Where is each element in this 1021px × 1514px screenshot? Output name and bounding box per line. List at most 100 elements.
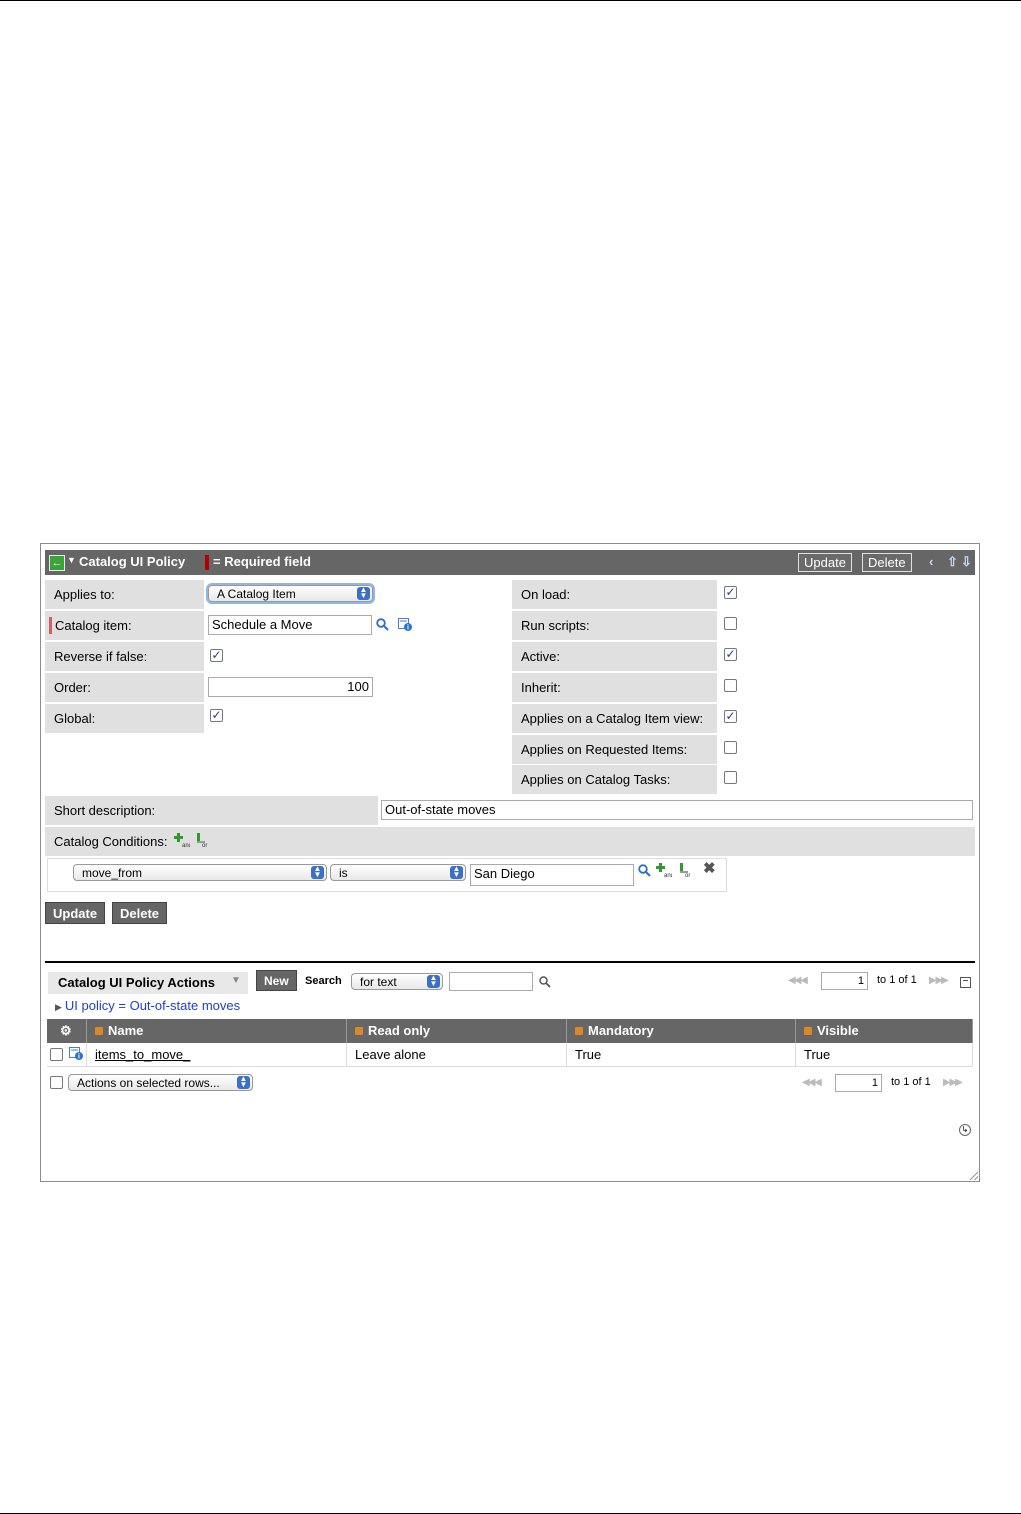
column-header-name[interactable]: Name: [87, 1019, 347, 1043]
row-name-link[interactable]: items_to_move_: [95, 1047, 190, 1062]
breadcrumb-text[interactable]: UI policy = Out-of-state moves: [65, 998, 240, 1013]
related-list-title[interactable]: Catalog UI Policy Actions: [58, 975, 215, 990]
add-or-condition-icon[interactable]: or: [196, 832, 210, 848]
reverse-if-false-label: Reverse if false:: [45, 642, 204, 671]
related-list-menu-caret-icon[interactable]: ▼: [231, 975, 241, 986]
table-row-select-cell: i: [47, 1043, 87, 1067]
column-header-read-only[interactable]: Read only: [347, 1019, 567, 1043]
previous-record-arrow-icon[interactable]: ⇧: [947, 554, 958, 570]
select-arrows-icon: ▲ ▼: [450, 865, 463, 879]
first-prev-page-icon[interactable]: ◀◀ ◀: [788, 975, 808, 986]
applies-requested-items-label: Applies on Requested Items:: [512, 735, 717, 764]
table-row-name[interactable]: items_to_move_: [87, 1043, 347, 1067]
applies-to-value: A Catalog Item: [217, 587, 296, 601]
new-button[interactable]: New: [256, 970, 297, 991]
header-delete-button[interactable]: Delete: [862, 553, 912, 572]
attachment-icon[interactable]: ‹: [929, 554, 933, 569]
catalog-item-label: Catalog item:: [55, 618, 132, 633]
condition-add-or-icon[interactable]: or: [679, 862, 693, 878]
short-description-label: Short description:: [45, 796, 378, 825]
search-type-value: for text: [360, 975, 397, 989]
actions-select[interactable]: Actions on selected rows... ▲ ▼: [68, 1074, 253, 1091]
svg-text:i: i: [78, 1054, 80, 1061]
applies-to-select[interactable]: A Catalog Item ▲ ▼: [208, 585, 373, 602]
page-range-text: to 1 of 1: [877, 974, 917, 986]
table-row-mandatory: True: [567, 1043, 796, 1067]
order-input[interactable]: 100: [208, 677, 373, 697]
add-and-condition-icon[interactable]: and: [174, 832, 190, 848]
catalog-item-input[interactable]: Schedule a Move: [208, 615, 372, 635]
condition-field-select[interactable]: move_from ▲ ▼: [73, 864, 327, 881]
run-scripts-checkbox[interactable]: [724, 617, 737, 630]
global-checkbox[interactable]: ✓: [210, 709, 223, 722]
active-label: Active:: [512, 642, 717, 671]
next-last-page-icon[interactable]: ▶ ▶▶: [929, 975, 949, 986]
breadcrumb[interactable]: ▶ UI policy = Out-of-state moves: [55, 998, 240, 1013]
condition-lookup-magnifier-icon[interactable]: [638, 864, 651, 877]
delete-button[interactable]: Delete: [112, 902, 168, 924]
actions-select-value: Actions on selected rows...: [77, 1076, 220, 1090]
resize-handle-icon[interactable]: [969, 1171, 978, 1180]
section-divider: [45, 961, 975, 963]
table-row-read-only: Leave alone: [347, 1043, 567, 1067]
run-scripts-label: Run scripts:: [512, 611, 717, 640]
catalog-item-label-cell: Catalog item:: [45, 611, 204, 640]
required-field-legend: = Required field: [213, 554, 311, 569]
column-sort-icon: [95, 1027, 103, 1035]
applies-catalog-tasks-checkbox[interactable]: [724, 771, 737, 784]
form-header-bar: ← ▼ Catalog UI Policy = Required field U…: [45, 550, 975, 575]
condition-operator-value: is: [339, 866, 348, 880]
column-settings-gear-icon[interactable]: ⚙: [47, 1019, 87, 1043]
page-top-rule: [0, 0, 1021, 1]
lookup-magnifier-icon[interactable]: [376, 618, 389, 631]
table-row-visible: True: [796, 1043, 973, 1067]
inherit-label: Inherit:: [512, 673, 717, 702]
condition-value-input[interactable]: San Diego: [470, 864, 634, 886]
reverse-if-false-checkbox[interactable]: ✓: [210, 649, 223, 662]
select-arrows-icon: ▲ ▼: [311, 865, 324, 879]
short-description-input[interactable]: Out-of-state moves: [381, 800, 973, 820]
row-info-icon[interactable]: i: [68, 1047, 83, 1061]
context-menu-caret-icon[interactable]: ▼: [67, 555, 76, 565]
search-type-select[interactable]: for text ▲ ▼: [351, 973, 443, 990]
update-button[interactable]: Update: [45, 902, 106, 924]
on-load-label: On load:: [512, 580, 717, 609]
applies-requested-items-checkbox[interactable]: [724, 741, 737, 754]
breadcrumb-arrow-icon: ▶: [55, 1002, 62, 1012]
svg-text:or: or: [685, 873, 690, 878]
row-checkbox[interactable]: [50, 1048, 63, 1061]
global-label: Global:: [45, 704, 204, 733]
collapse-list-icon[interactable]: −: [960, 977, 971, 988]
search-input[interactable]: [449, 972, 533, 991]
footer-first-prev-page-icon[interactable]: ◀◀ ◀: [802, 1077, 822, 1088]
footer-next-last-page-icon[interactable]: ▶ ▶▶: [943, 1077, 963, 1088]
column-sort-icon: [355, 1027, 363, 1035]
reference-info-icon[interactable]: i: [398, 618, 412, 632]
search-icon[interactable]: [539, 976, 551, 988]
required-indicator-icon: [49, 617, 52, 634]
svg-text:and: and: [182, 843, 190, 848]
select-arrows-icon: ▲ ▼: [427, 974, 440, 988]
page-number-input[interactable]: 1: [821, 972, 868, 990]
clock-icon[interactable]: ↳: [959, 1124, 971, 1136]
condition-operator-select[interactable]: is ▲ ▼: [330, 864, 466, 881]
select-arrows-icon: ▲ ▼: [357, 586, 370, 600]
header-update-button[interactable]: Update: [798, 553, 852, 572]
column-header-mandatory[interactable]: Mandatory: [567, 1019, 796, 1043]
catalog-conditions-label: Catalog Conditions:: [54, 834, 168, 849]
next-record-arrow-icon[interactable]: ⇩: [961, 554, 972, 570]
applies-catalog-item-view-checkbox[interactable]: ✓: [724, 710, 737, 723]
condition-add-and-icon[interactable]: and: [656, 862, 672, 878]
condition-field-value: move_from: [82, 866, 143, 880]
active-checkbox[interactable]: ✓: [724, 648, 737, 661]
select-all-checkbox[interactable]: [50, 1076, 63, 1089]
back-arrow-icon[interactable]: ←: [49, 555, 65, 571]
search-label: Search: [305, 975, 342, 987]
on-load-checkbox[interactable]: ✓: [724, 586, 737, 599]
required-marker-icon: [205, 555, 209, 570]
form-title: Catalog UI Policy: [79, 554, 186, 569]
inherit-checkbox[interactable]: [724, 679, 737, 692]
column-header-visible[interactable]: Visible: [796, 1019, 973, 1043]
delete-condition-icon[interactable]: ✖: [703, 861, 717, 876]
footer-page-number-input[interactable]: 1: [835, 1074, 882, 1092]
